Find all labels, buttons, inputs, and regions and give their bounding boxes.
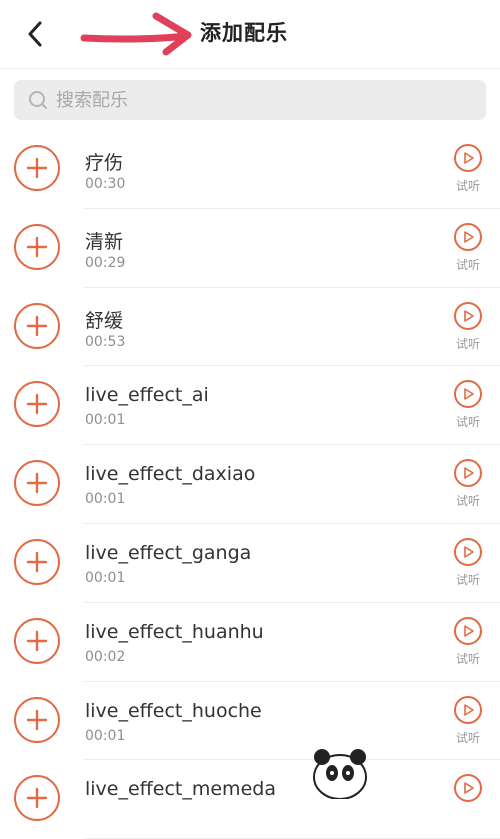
track-duration: 00:01 [85, 491, 126, 508]
preview-label: 试听 [455, 336, 480, 351]
preview-button[interactable]: 试听 [450, 144, 486, 194]
preview-label: 试听 [455, 494, 480, 509]
page-title: 添加配乐 [200, 21, 288, 45]
plus-icon [26, 709, 48, 730]
track-duration: 00:01 [85, 727, 126, 744]
annotation-arrow-icon [80, 12, 192, 56]
plus-icon [26, 236, 48, 257]
track-duration: 00:30 [85, 176, 126, 192]
play-icon [454, 695, 482, 724]
preview-button[interactable]: 试听 [450, 459, 486, 509]
search-bar[interactable] [14, 80, 486, 120]
play-icon [454, 459, 482, 488]
track-name: 疗伤 [85, 152, 124, 174]
add-track-button[interactable] [14, 381, 60, 428]
add-track-button[interactable] [14, 460, 60, 507]
search-icon [29, 91, 47, 109]
track-name: 舒缓 [85, 309, 124, 332]
plus-icon [26, 788, 48, 809]
add-track-button[interactable] [14, 538, 60, 585]
track-name: live_effect_ai [85, 384, 209, 407]
track-name: live_effect_daxiao [85, 463, 256, 486]
track-row[interactable]: 舒缓 00:53 试听 [0, 288, 500, 367]
track-duration: 00:53 [85, 333, 126, 350]
plus-icon [26, 630, 48, 651]
track-name: live_effect_huanhu [85, 620, 264, 643]
header-bar: 添加配乐 [0, 0, 500, 69]
track-name: 清新 [85, 230, 124, 253]
add-track-button[interactable] [14, 617, 60, 664]
track-row[interactable]: 疗伤 00:30 试听 [0, 130, 500, 209]
preview-button[interactable]: 试听 [450, 537, 486, 588]
track-row[interactable]: live_effect_huanhu 00:02 试听 [0, 603, 500, 682]
preview-button[interactable]: 试听 [450, 616, 486, 667]
preview-button[interactable]: 试听 [450, 222, 486, 273]
track-name: live_effect_huoche [85, 699, 262, 722]
preview-label: 试听 [455, 179, 480, 193]
play-icon [454, 222, 482, 251]
play-icon [454, 380, 482, 409]
plus-icon [26, 394, 48, 415]
track-duration: 00:02 [85, 648, 126, 665]
plus-icon [26, 315, 48, 336]
track-row[interactable]: 清新 00:29 试听 [0, 209, 500, 288]
add-track-button[interactable] [14, 223, 60, 270]
track-row[interactable]: live_effect_ai 00:01 试听 [0, 366, 500, 446]
add-track-button[interactable] [14, 145, 60, 191]
track-duration: 00:29 [85, 254, 126, 271]
play-icon [454, 301, 482, 330]
chevron-left-icon [28, 21, 42, 47]
add-track-button[interactable] [14, 775, 60, 822]
track-name: live_effect_memeda [85, 778, 276, 801]
preview-label: 试听 [455, 415, 480, 430]
plus-icon [26, 157, 48, 179]
back-button[interactable] [18, 16, 52, 52]
preview-label: 试听 [455, 257, 480, 272]
track-row[interactable]: live_effect_ganga 00:01 试听 [0, 524, 500, 603]
track-name: live_effect_ganga [85, 541, 252, 564]
track-duration: 00:01 [85, 569, 126, 586]
preview-label: 试听 [455, 651, 480, 666]
preview-button[interactable]: 试听 [450, 380, 486, 430]
play-icon [454, 616, 482, 645]
play-icon [454, 537, 482, 566]
preview-button[interactable]: 试听 [450, 301, 486, 352]
track-row[interactable]: live_effect_daxiao 00:01 试听 [0, 445, 500, 524]
search-input[interactable] [54, 88, 438, 112]
plus-icon [26, 472, 48, 494]
watermark-logo [313, 749, 367, 799]
play-icon [454, 144, 482, 172]
add-track-button[interactable] [14, 696, 60, 743]
add-track-button[interactable] [14, 302, 60, 349]
track-duration: 00:01 [85, 412, 126, 429]
preview-label: 试听 [455, 572, 480, 587]
plus-icon [26, 551, 48, 573]
